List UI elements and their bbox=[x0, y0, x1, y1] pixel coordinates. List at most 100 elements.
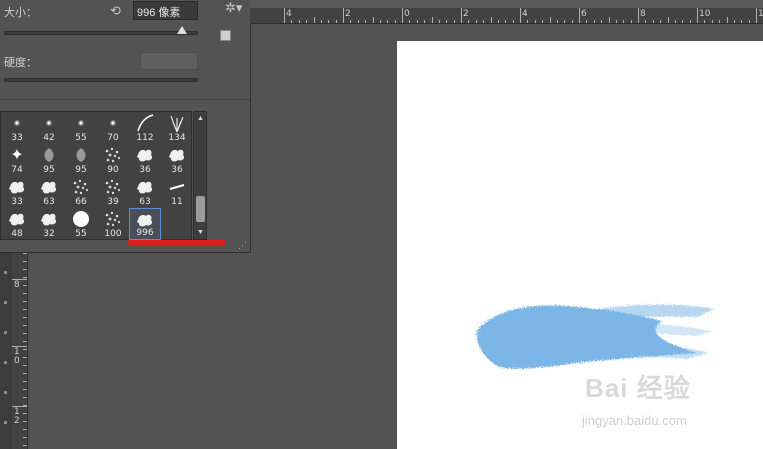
brush-size-label: 63 bbox=[43, 197, 55, 207]
ruler-minor-tick bbox=[23, 269, 27, 270]
ruler-minor-tick bbox=[23, 389, 27, 390]
scroll-down-icon[interactable]: ▼ bbox=[197, 229, 204, 236]
ruler-minor-tick bbox=[23, 437, 27, 438]
brush-preset-item[interactable]: 39 bbox=[97, 176, 129, 208]
ruler-minor-tick bbox=[23, 397, 27, 398]
ruler-minor-tick bbox=[23, 277, 27, 278]
ruler-minor-tick bbox=[291, 20, 293, 23]
scroll-up-icon[interactable]: ▲ bbox=[197, 115, 204, 122]
reset-icon[interactable]: ⟲ bbox=[110, 3, 121, 19]
ruler-minor-tick bbox=[23, 365, 27, 366]
hardness-input[interactable] bbox=[140, 52, 198, 70]
ruler-minor-tick bbox=[431, 17, 433, 23]
ruler-minor-tick bbox=[350, 20, 352, 23]
brush-preset-item[interactable]: 33 bbox=[1, 112, 33, 144]
brush-tip-icon bbox=[1, 114, 33, 132]
brush-preset-item[interactable]: 70 bbox=[97, 112, 129, 144]
scroll-thumb[interactable] bbox=[196, 196, 205, 222]
hardness-slider[interactable] bbox=[4, 78, 198, 82]
brush-tip-icon bbox=[161, 114, 193, 132]
ruler-minor-tick bbox=[320, 20, 322, 23]
brush-preset-item[interactable]: ✦ 74 bbox=[1, 144, 33, 176]
ruler-label: 12 bbox=[758, 9, 763, 19]
ruler-minor-tick bbox=[23, 405, 27, 406]
gear-icon[interactable]: ✲▾ bbox=[225, 0, 242, 16]
ruler-minor-tick bbox=[23, 349, 27, 350]
brush-tip-icon: ✦ bbox=[10, 147, 24, 164]
ruler-minor-tick bbox=[357, 20, 359, 23]
brush-preset-item[interactable]: 48 bbox=[1, 208, 33, 240]
ruler-minor-tick bbox=[593, 20, 595, 23]
size-input[interactable]: 996 像素 bbox=[133, 1, 198, 20]
baidu-watermark: Bai 经验 bbox=[585, 368, 691, 405]
brush-preset-item[interactable]: 36 bbox=[129, 144, 161, 176]
hardness-label: 硬度： bbox=[4, 57, 37, 69]
ruler-label: 6 bbox=[581, 9, 587, 19]
resize-grip-icon[interactable]: ⋰ bbox=[238, 240, 247, 251]
ruler-minor-tick bbox=[719, 20, 721, 23]
ruler-minor-tick bbox=[372, 17, 374, 23]
brush-size-label: 36 bbox=[171, 165, 183, 175]
ruler-minor-tick bbox=[416, 20, 418, 23]
brush-preset-item[interactable]: 32 bbox=[33, 208, 65, 240]
brush-size-label: 112 bbox=[136, 133, 154, 143]
ruler-minor-tick bbox=[438, 20, 440, 23]
brush-stroke bbox=[476, 304, 715, 369]
brush-tip-icon bbox=[129, 114, 161, 132]
brush-size-label: 11 bbox=[171, 197, 183, 207]
brush-tip-icon bbox=[129, 146, 161, 164]
ruler-minor-tick bbox=[23, 261, 27, 262]
brush-preset-item[interactable]: 134 bbox=[161, 112, 193, 144]
ruler-minor-tick bbox=[468, 20, 470, 23]
ruler-major-tick bbox=[402, 8, 403, 23]
brush-tip-icon bbox=[65, 210, 97, 228]
brush-preset-item[interactable]: 36 bbox=[161, 144, 193, 176]
brush-preset-item[interactable]: 95 bbox=[65, 144, 97, 176]
brush-size-label: 33 bbox=[11, 133, 23, 143]
new-preset-icon[interactable] bbox=[220, 30, 231, 41]
brush-tip-icon bbox=[33, 146, 65, 164]
options-bar-strip bbox=[250, 0, 763, 8]
ruler-minor-tick bbox=[586, 20, 588, 23]
brush-size-label: 55 bbox=[75, 229, 87, 239]
ruler-label: 4 bbox=[522, 9, 528, 19]
ruler-major-tick bbox=[697, 8, 698, 23]
ruler-minor-tick bbox=[446, 20, 448, 23]
brush-tip-icon bbox=[129, 178, 161, 196]
divider bbox=[0, 99, 250, 100]
brush-preset-item[interactable]: 66 bbox=[65, 176, 97, 208]
brush-preset-item[interactable]: 112 bbox=[129, 112, 161, 144]
brush-preset-item[interactable]: 996 bbox=[129, 208, 161, 240]
ruler-minor-tick bbox=[660, 20, 662, 23]
ruler-label: 8 bbox=[14, 280, 20, 290]
ruler-minor-tick bbox=[23, 429, 27, 430]
brush-preset-item[interactable]: 55 bbox=[65, 208, 97, 240]
ruler-minor-tick bbox=[409, 20, 411, 23]
document-canvas[interactable] bbox=[397, 41, 763, 449]
brush-preset-item[interactable]: 100 bbox=[97, 208, 129, 240]
brush-size-label: 63 bbox=[139, 197, 151, 207]
ruler-minor-tick bbox=[23, 445, 27, 446]
brush-preset-panel: 大小： ⟲ 996 像素 ✲▾ 硬度： 33 42 55 70 112 134 ✦ 74 95 9… bbox=[0, 0, 251, 253]
brush-preset-item[interactable]: 42 bbox=[33, 112, 65, 144]
brush-preset-item[interactable]: 55 bbox=[65, 112, 97, 144]
ruler-label: 10 bbox=[699, 9, 711, 19]
brush-preset-item[interactable]: 90 bbox=[97, 144, 129, 176]
size-slider-thumb[interactable] bbox=[176, 26, 187, 34]
brush-preset-item[interactable]: 33 bbox=[1, 176, 33, 208]
brush-tip-icon bbox=[65, 178, 97, 196]
brush-preset-item[interactable]: 63 bbox=[33, 176, 65, 208]
size-slider[interactable] bbox=[4, 26, 198, 35]
ruler-minor-tick bbox=[711, 20, 713, 23]
brush-size-label: 36 bbox=[139, 165, 151, 175]
brush-preset-item[interactable]: 63 bbox=[129, 176, 161, 208]
ruler-minor-tick bbox=[306, 20, 308, 23]
ruler-minor-tick bbox=[556, 20, 558, 23]
ruler-minor-tick bbox=[475, 20, 477, 23]
brush-scrollbar[interactable]: ▲ ▼ bbox=[193, 111, 207, 240]
brush-preset-item[interactable]: 95 bbox=[33, 144, 65, 176]
ruler-minor-tick bbox=[630, 20, 632, 23]
brush-size-label: 996 bbox=[136, 228, 154, 238]
brush-preset-item[interactable]: 11 bbox=[161, 176, 193, 208]
ruler-label: 4 bbox=[286, 9, 292, 19]
